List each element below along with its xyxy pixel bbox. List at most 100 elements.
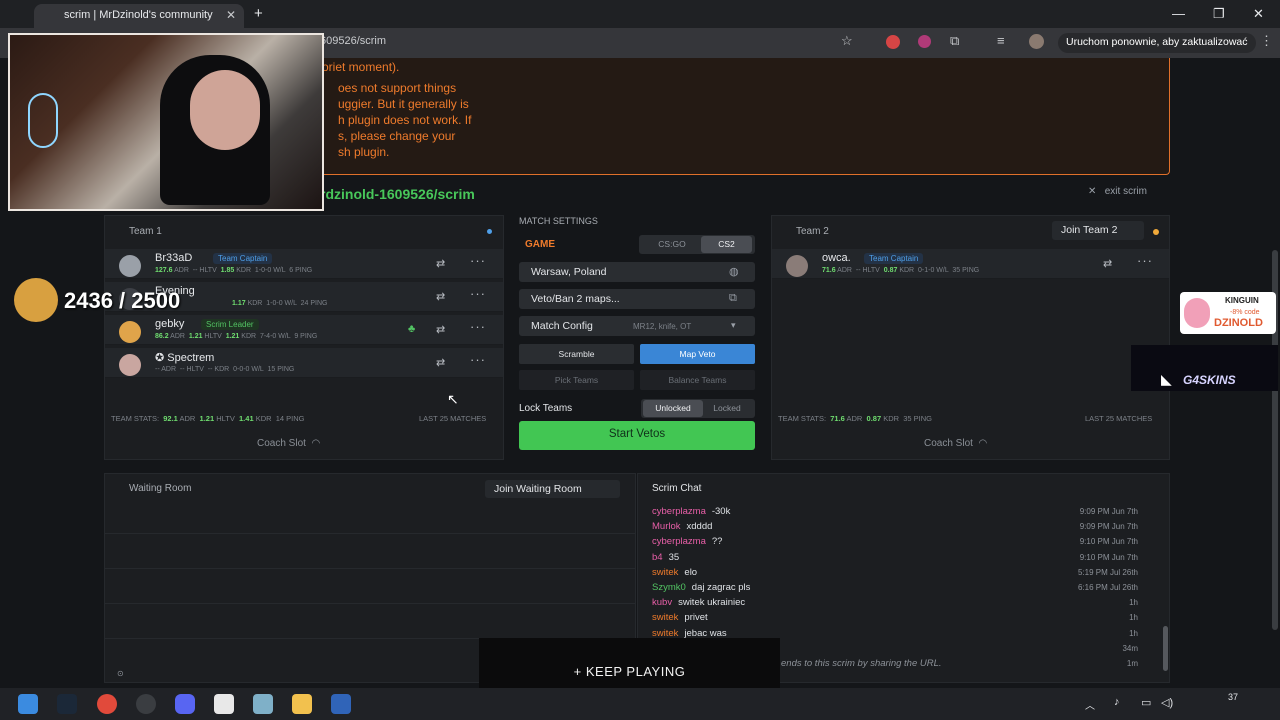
more-options-icon[interactable]: ···	[470, 286, 486, 301]
pick-teams-button[interactable]: Pick Teams	[519, 370, 634, 390]
player-name[interactable]: owca.	[822, 252, 851, 264]
avatar	[786, 255, 808, 277]
chat-text: daj zagrac pls	[691, 582, 751, 593]
match-config-select[interactable]: Match Config MR12, knife, OT ▾	[519, 316, 755, 336]
minimize-icon[interactable]: —	[1172, 6, 1185, 21]
team1-status-dot	[487, 229, 492, 234]
team1-player-row[interactable]: gebky Scrim Leader 86.2 ADR 1.21 HLTV 1.…	[105, 315, 503, 345]
swap-team-icon[interactable]: ⇄	[436, 290, 445, 303]
locked-option[interactable]: Locked	[703, 400, 751, 417]
more-options-icon[interactable]: ···	[1137, 253, 1153, 268]
team1-coach-slot[interactable]: Coach Slot ◠	[257, 438, 320, 449]
unlocked-option[interactable]: Unlocked	[643, 400, 703, 417]
player-name[interactable]: ✪ Spectrem	[155, 351, 214, 364]
clock-text[interactable]: 37	[1228, 692, 1238, 702]
more-vertical-icon[interactable]: ⋮	[1260, 33, 1273, 49]
swap-team-icon[interactable]: ⇄	[1103, 257, 1112, 270]
start-vetos-button[interactable]: Start Vetos	[519, 421, 755, 450]
new-tab-icon[interactable]: +	[254, 5, 263, 22]
chat-username[interactable]: cyberplazma	[652, 506, 706, 517]
player-name[interactable]: gebky	[155, 318, 184, 330]
team2-player-row[interactable]: owca. Team Captain 71.6 ADR -- HLTV 0.87…	[772, 249, 1169, 279]
chat-timestamp: 34m	[1122, 643, 1138, 653]
join-waiting-room-button[interactable]: Join Waiting Room	[485, 480, 620, 498]
exit-scrim-link[interactable]: ✕ exit scrim	[1088, 186, 1147, 197]
tab-close-icon[interactable]: ✕	[226, 8, 236, 22]
team2-coach-slot[interactable]: Coach Slot ◠	[924, 438, 987, 449]
chat-timestamp: 9:09 PM Jun 7th	[1079, 522, 1138, 532]
microphone-icon[interactable]: ♪	[1114, 696, 1120, 708]
more-options-icon[interactable]: ···	[470, 253, 486, 268]
keep-playing-text: + KEEP PLAYING	[573, 664, 686, 679]
browser-tab[interactable]: scrim | MrDzinold's community ✕	[34, 4, 244, 28]
scrim-title: rdzinold-1609526/scrim	[320, 186, 475, 202]
chat-username[interactable]: b4	[652, 552, 663, 563]
swap-team-icon[interactable]: ⇄	[436, 356, 445, 369]
discord-icon[interactable]	[175, 694, 195, 714]
swap-team-icon[interactable]: ⇄	[436, 323, 445, 336]
window-close-icon[interactable]: ✕	[1253, 6, 1264, 22]
chat-timestamp: 5:19 PM Jul 26th	[1077, 567, 1138, 577]
mouse-cursor-icon: ↖	[447, 391, 459, 407]
chat-timestamp: 9:10 PM Jun 7th	[1079, 552, 1138, 562]
game-option-csgo[interactable]: CS:GO	[645, 236, 699, 253]
g4skins-sponsor: G4SKINS ◣	[1131, 345, 1278, 391]
chat-text: -30k	[711, 506, 731, 517]
match-config-label: Match Config	[531, 320, 593, 332]
app-icon[interactable]	[136, 694, 156, 714]
map-veto-select[interactable]: Veto/Ban 2 maps... ⧉	[519, 289, 755, 309]
profile-avatar[interactable]	[1029, 34, 1044, 49]
streamer-head	[190, 70, 260, 150]
chat-text: ??	[711, 536, 723, 548]
steam-icon[interactable]	[57, 694, 77, 714]
more-options-icon[interactable]: ···	[470, 352, 486, 367]
volume-icon[interactable]: ◁)	[1161, 696, 1173, 709]
player-name[interactable]: Br33aD	[155, 252, 192, 264]
chevron-up-icon[interactable]: ︿	[1085, 697, 1095, 712]
extensions-puzzle-icon[interactable]: ⧉	[950, 33, 959, 49]
chat-username[interactable]: switek	[652, 567, 678, 578]
chat-timestamp: 9:09 PM Jun 7th	[1079, 507, 1138, 516]
chrome-icon[interactable]	[97, 694, 117, 714]
file-explorer-icon[interactable]	[292, 694, 312, 714]
game-option-cs2[interactable]: CS2	[701, 236, 752, 253]
chat-username[interactable]: Szymk0	[652, 582, 686, 593]
balance-teams-button[interactable]: Balance Teams	[640, 370, 755, 390]
more-options-icon[interactable]: ···	[470, 319, 486, 334]
chat-username[interactable]: kubv	[652, 597, 672, 608]
chat-message: switek elo 5:19 PM Jul 26th	[652, 567, 1138, 582]
server-location-value: Warsaw, Poland	[531, 266, 607, 278]
media-icon[interactable]: ≡	[997, 33, 1005, 48]
swap-team-icon[interactable]: ⇄	[436, 257, 445, 270]
scramble-button[interactable]: Scramble	[519, 344, 634, 364]
extension-icon[interactable]	[918, 35, 931, 48]
extension-icon[interactable]	[886, 35, 900, 49]
app-icon[interactable]	[331, 694, 351, 714]
chat-username[interactable]: switek	[652, 612, 678, 623]
update-button[interactable]: Uruchom ponownie, aby zaktualizować	[1058, 33, 1256, 53]
chat-username[interactable]: cyberplazma	[652, 536, 706, 547]
wolf-logo-icon: ◣	[1161, 371, 1172, 387]
app-icon[interactable]	[253, 694, 273, 714]
map-veto-button[interactable]: Map Veto	[640, 344, 755, 364]
chat-text: privet	[684, 612, 708, 624]
server-location-select[interactable]: Warsaw, Poland ◍	[519, 262, 755, 282]
chat-username[interactable]: switek	[652, 628, 678, 639]
app-icon[interactable]	[214, 694, 234, 714]
chevron-down-icon: ▾	[731, 320, 736, 330]
chat-username[interactable]: Murlok	[652, 521, 681, 532]
network-icon[interactable]: ▭	[1141, 696, 1151, 709]
join-team2-button[interactable]: Join Team 2	[1052, 221, 1144, 240]
team1-player-row[interactable]: Br33aD Team Captain 127.6 ADR -- HLTV 1.…	[105, 249, 503, 279]
bookmark-star-icon[interactable]: ☆	[841, 33, 853, 49]
team1-player-row[interactable]: ✪ Spectrem -- ADR -- HLTV -- KDR 0-0-0 W…	[105, 348, 503, 378]
close-icon: ✕	[1088, 186, 1097, 197]
url-text[interactable]: 609526/scrim	[320, 35, 386, 47]
settings-small-icon[interactable]: ⊙	[117, 669, 124, 678]
windows-start-icon[interactable]	[18, 694, 38, 714]
chat-message: cyberplazma -30k 9:09 PM Jun 7th	[652, 506, 1138, 521]
scrim-leader-badge: Scrim Leader	[201, 319, 259, 330]
chat-scrollbar[interactable]	[1163, 626, 1168, 671]
maximize-icon[interactable]: ❐	[1213, 6, 1225, 22]
chat-message: kubv switek ukrainiec 1h	[652, 597, 1138, 612]
